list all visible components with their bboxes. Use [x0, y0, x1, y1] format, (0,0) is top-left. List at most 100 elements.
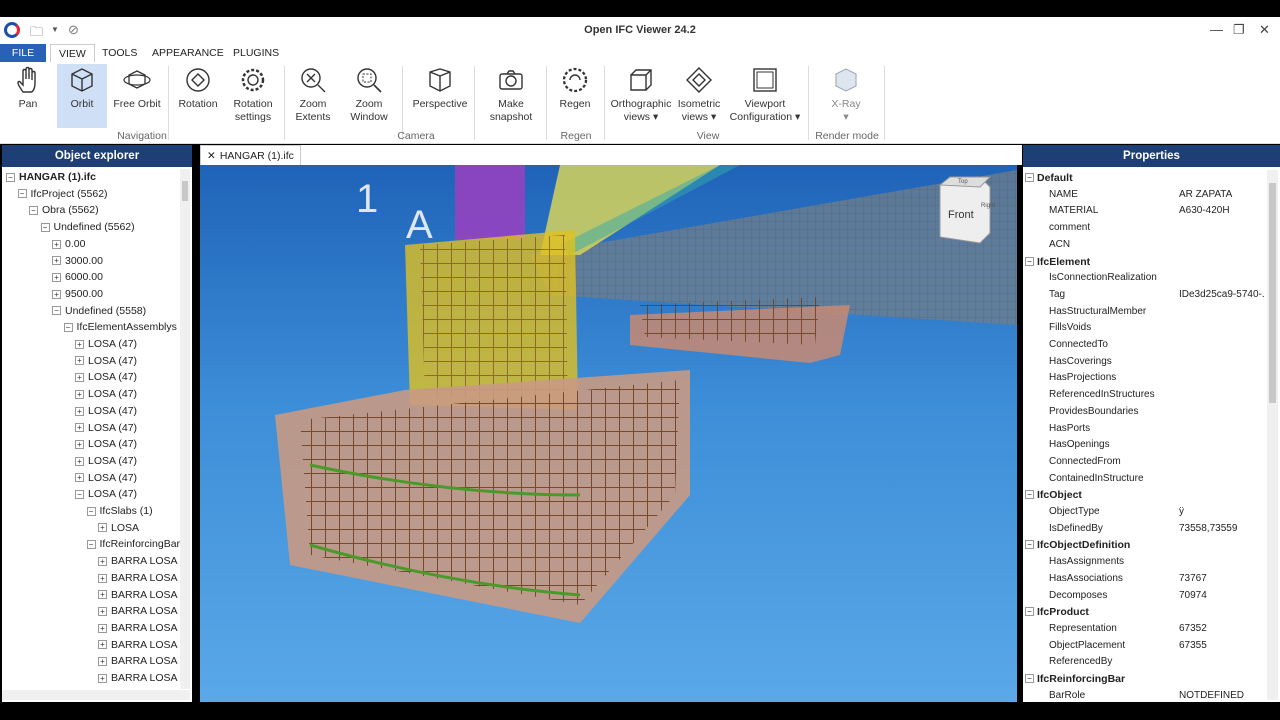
tree-node[interactable]: + LOSA (47): [75, 420, 137, 436]
property-category[interactable]: − IfcProduct: [1023, 604, 1265, 620]
tree-node[interactable]: + BARRA LOSA: [98, 637, 178, 653]
collapse-icon[interactable]: −: [1025, 173, 1034, 182]
expand-icon[interactable]: +: [98, 606, 107, 616]
property-row[interactable]: FillsVoids: [1023, 320, 1265, 336]
collapse-icon[interactable]: −: [6, 172, 15, 182]
property-category[interactable]: − Default: [1023, 170, 1265, 186]
property-row[interactable]: NAME AR ZAPATA: [1023, 187, 1265, 203]
pan-button[interactable]: Pan: [6, 64, 50, 126]
property-row[interactable]: HasStructuralMember: [1023, 304, 1265, 320]
tree-node[interactable]: + BARRA LOSA: [98, 653, 178, 669]
tree-node[interactable]: + LOSA (47): [75, 453, 137, 469]
property-row[interactable]: comment: [1023, 220, 1265, 236]
rotation-button[interactable]: Rotation: [174, 64, 222, 126]
property-row[interactable]: ReferencedInStructures: [1023, 387, 1265, 403]
3d-viewport[interactable]: 1 A Front Top Right: [200, 165, 1017, 702]
tree-horizontal-scrollbar[interactable]: [2, 690, 190, 700]
menu-view[interactable]: VIEW: [50, 44, 95, 62]
perspective-button[interactable]: Perspective: [410, 64, 470, 126]
tree-node[interactable]: + LOSA (47): [75, 386, 137, 402]
expand-icon[interactable]: +: [52, 272, 61, 282]
collapse-icon[interactable]: −: [29, 206, 38, 216]
property-row[interactable]: IsDefinedBy 73558,73559: [1023, 521, 1265, 537]
expand-icon[interactable]: +: [98, 573, 107, 583]
close-tab-icon[interactable]: ✕: [207, 150, 216, 162]
property-row[interactable]: ReferencedBy: [1023, 654, 1265, 670]
tree-vertical-scrollbar[interactable]: [180, 169, 190, 689]
collapse-icon[interactable]: −: [1025, 607, 1034, 617]
property-category[interactable]: − IfcReinforcingBar: [1023, 671, 1265, 687]
properties-scroll-thumb[interactable]: [1269, 183, 1276, 403]
property-row[interactable]: Representation 67352: [1023, 621, 1265, 637]
tree-node[interactable]: + BARRA LOSA: [98, 620, 178, 636]
property-row[interactable]: BarRole NOTDEFINED: [1023, 688, 1265, 702]
expand-icon[interactable]: +: [75, 373, 84, 383]
tree-node[interactable]: + BARRA LOSA: [98, 670, 178, 686]
rotation-settings-button[interactable]: Rotation settings: [226, 64, 280, 130]
property-category[interactable]: − IfcElement: [1023, 254, 1265, 270]
collapse-icon[interactable]: −: [86, 540, 96, 550]
property-row[interactable]: HasAssociations 73767: [1023, 571, 1265, 587]
tree-node[interactable]: + BARRA LOSA: [98, 587, 178, 603]
expand-icon[interactable]: +: [52, 239, 61, 249]
zoom-extents-button[interactable]: Zoom Extents: [290, 64, 336, 130]
expand-icon[interactable]: +: [75, 473, 84, 483]
property-row[interactable]: Tag IDe3d25ca9-5740-...: [1023, 287, 1265, 303]
property-category[interactable]: − IfcObjectDefinition: [1023, 537, 1265, 553]
collapse-icon[interactable]: −: [1025, 540, 1034, 550]
tree-node[interactable]: + LOSA (47): [75, 369, 137, 385]
tree-node[interactable]: − IfcElementAssemblys (5: [63, 319, 180, 335]
property-row[interactable]: ObjectPlacement 67355: [1023, 638, 1265, 654]
tree-node[interactable]: + LOSA: [98, 520, 139, 536]
tree-node[interactable]: + BARRA LOSA: [98, 553, 178, 569]
collapse-icon[interactable]: −: [1025, 490, 1034, 500]
viewcube-right[interactable]: Right: [981, 203, 995, 209]
tree-node[interactable]: − HANGAR (1).ifc: [6, 169, 96, 185]
expand-icon[interactable]: +: [75, 456, 84, 466]
property-row[interactable]: IsConnectionRealization: [1023, 270, 1265, 286]
expand-icon[interactable]: +: [75, 339, 84, 349]
collapse-icon[interactable]: −: [1025, 674, 1034, 683]
tree-node[interactable]: + LOSA (47): [75, 353, 137, 369]
property-row[interactable]: ConnectedFrom: [1023, 454, 1265, 470]
tree-node[interactable]: + LOSA (47): [75, 403, 137, 419]
expand-icon[interactable]: +: [75, 389, 84, 399]
zoom-window-button[interactable]: Zoom Window: [346, 64, 392, 130]
property-row[interactable]: HasAssignments: [1023, 554, 1265, 570]
property-row[interactable]: ObjectType ÿ: [1023, 504, 1265, 520]
collapse-icon[interactable]: −: [52, 306, 61, 316]
regen-button[interactable]: Regen: [552, 64, 598, 126]
tree-node[interactable]: − Undefined (5562): [40, 219, 135, 235]
property-row[interactable]: HasProjections: [1023, 370, 1265, 386]
property-row[interactable]: ContainedInStructure: [1023, 471, 1265, 487]
orbit-button[interactable]: Orbit: [57, 64, 107, 128]
collapse-icon[interactable]: −: [40, 222, 50, 232]
menu-tools[interactable]: TOOLS: [94, 44, 145, 62]
expand-icon[interactable]: +: [52, 289, 61, 299]
collapse-icon[interactable]: −: [75, 490, 84, 500]
tree-node[interactable]: − Obra (5562): [29, 202, 99, 218]
property-row[interactable]: MATERIAL A630-420H: [1023, 203, 1265, 219]
expand-icon[interactable]: +: [98, 590, 107, 600]
tree-node[interactable]: +3000.00: [52, 253, 103, 269]
expand-icon[interactable]: +: [98, 523, 107, 533]
expand-icon[interactable]: +: [98, 556, 107, 566]
expand-icon[interactable]: +: [75, 406, 84, 416]
property-row[interactable]: ConnectedTo: [1023, 337, 1265, 353]
expand-icon[interactable]: +: [98, 640, 107, 650]
restore-button[interactable]: ❐: [1233, 22, 1245, 38]
tree-node[interactable]: + LOSA (47): [75, 336, 137, 352]
tree-node[interactable]: − IfcProject (5562): [17, 186, 108, 202]
expand-icon[interactable]: +: [98, 673, 107, 683]
property-row[interactable]: HasPorts: [1023, 421, 1265, 437]
tree-node[interactable]: +6000.00: [52, 269, 103, 285]
document-tab[interactable]: ✕ HANGAR (1).ifc: [200, 145, 301, 165]
property-row[interactable]: Decomposes 70974: [1023, 588, 1265, 604]
tree-node[interactable]: +9500.00: [52, 286, 103, 302]
property-row[interactable]: HasCoverings: [1023, 354, 1265, 370]
orthographic-views-button[interactable]: Orthographic views ▾: [608, 64, 674, 130]
collapse-icon[interactable]: −: [17, 189, 27, 199]
tree-node[interactable]: +0.00: [52, 236, 85, 252]
make-snapshot-button[interactable]: Make snapshot: [484, 64, 538, 130]
expand-icon[interactable]: +: [98, 623, 107, 633]
